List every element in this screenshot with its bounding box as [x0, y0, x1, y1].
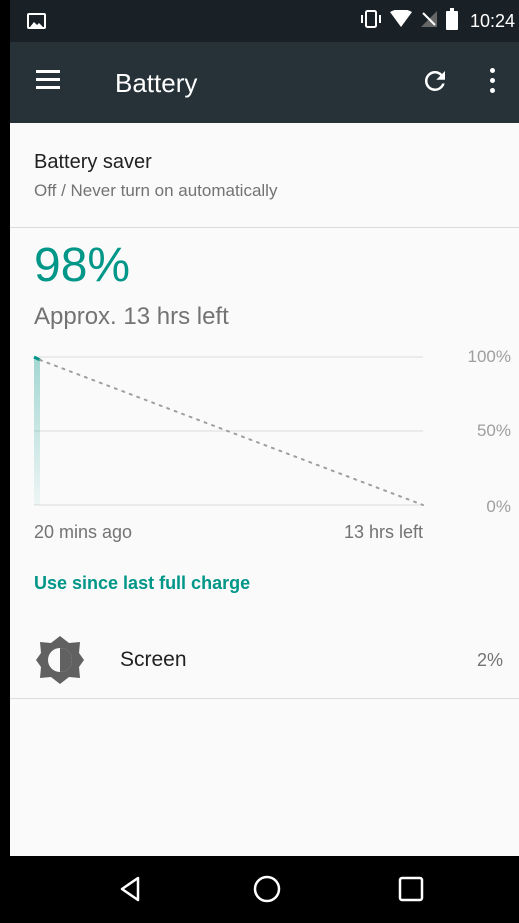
usage-item-label: Screen: [120, 648, 187, 671]
battery-icon: [445, 7, 458, 35]
back-icon[interactable]: [114, 874, 148, 904]
battery-history-chart: 100% 50% 0% 20 mins ago 13 hrs left: [10, 340, 519, 555]
vibrate-icon: [360, 9, 382, 34]
status-bar: 10:24: [10, 0, 519, 42]
chart-y-tick-label: 0%: [486, 497, 511, 516]
brightness-icon: [34, 634, 86, 686]
status-time: 10:24: [469, 10, 515, 31]
chart-history-area: [34, 357, 40, 505]
battery-saver-item[interactable]: Battery saver Off / Never turn on automa…: [10, 123, 519, 228]
chart-x-label: 20 mins ago: [34, 522, 133, 542]
image-notification-icon: [27, 13, 46, 29]
battery-estimate: Approx. 13 hrs left: [34, 303, 229, 330]
page-title: Battery: [115, 68, 198, 98]
usage-item-value: 2%: [476, 650, 503, 670]
refresh-icon[interactable]: [420, 66, 450, 96]
usage-section-header: Use since last full charge: [34, 573, 251, 593]
battery-screen: 10:24 Battery Battery saver Off / Never …: [10, 0, 519, 923]
chart-projection-line: [39, 358, 424, 506]
toolbar: Battery: [10, 42, 519, 123]
home-icon[interactable]: [250, 874, 284, 904]
recents-icon[interactable]: [394, 874, 428, 904]
chart-y-tick-label: 100%: [467, 347, 511, 366]
wifi-icon: [389, 8, 412, 33]
chart-y-tick-label: 50%: [476, 421, 511, 440]
battery-percent: 98%: [34, 239, 131, 292]
status-icons: 10:24: [360, 0, 519, 42]
battery-saver-title: Battery saver: [34, 151, 152, 173]
chart-x-label: 13 hrs left: [343, 522, 423, 542]
usage-item-screen[interactable]: Screen 2%: [10, 618, 519, 699]
navigation-bar: [10, 856, 519, 923]
battery-saver-subtitle: Off / Never turn on automatically: [34, 181, 278, 200]
menu-icon[interactable]: [36, 70, 62, 94]
no-sim-icon: [420, 10, 438, 33]
more-vert-icon[interactable]: [488, 68, 496, 98]
